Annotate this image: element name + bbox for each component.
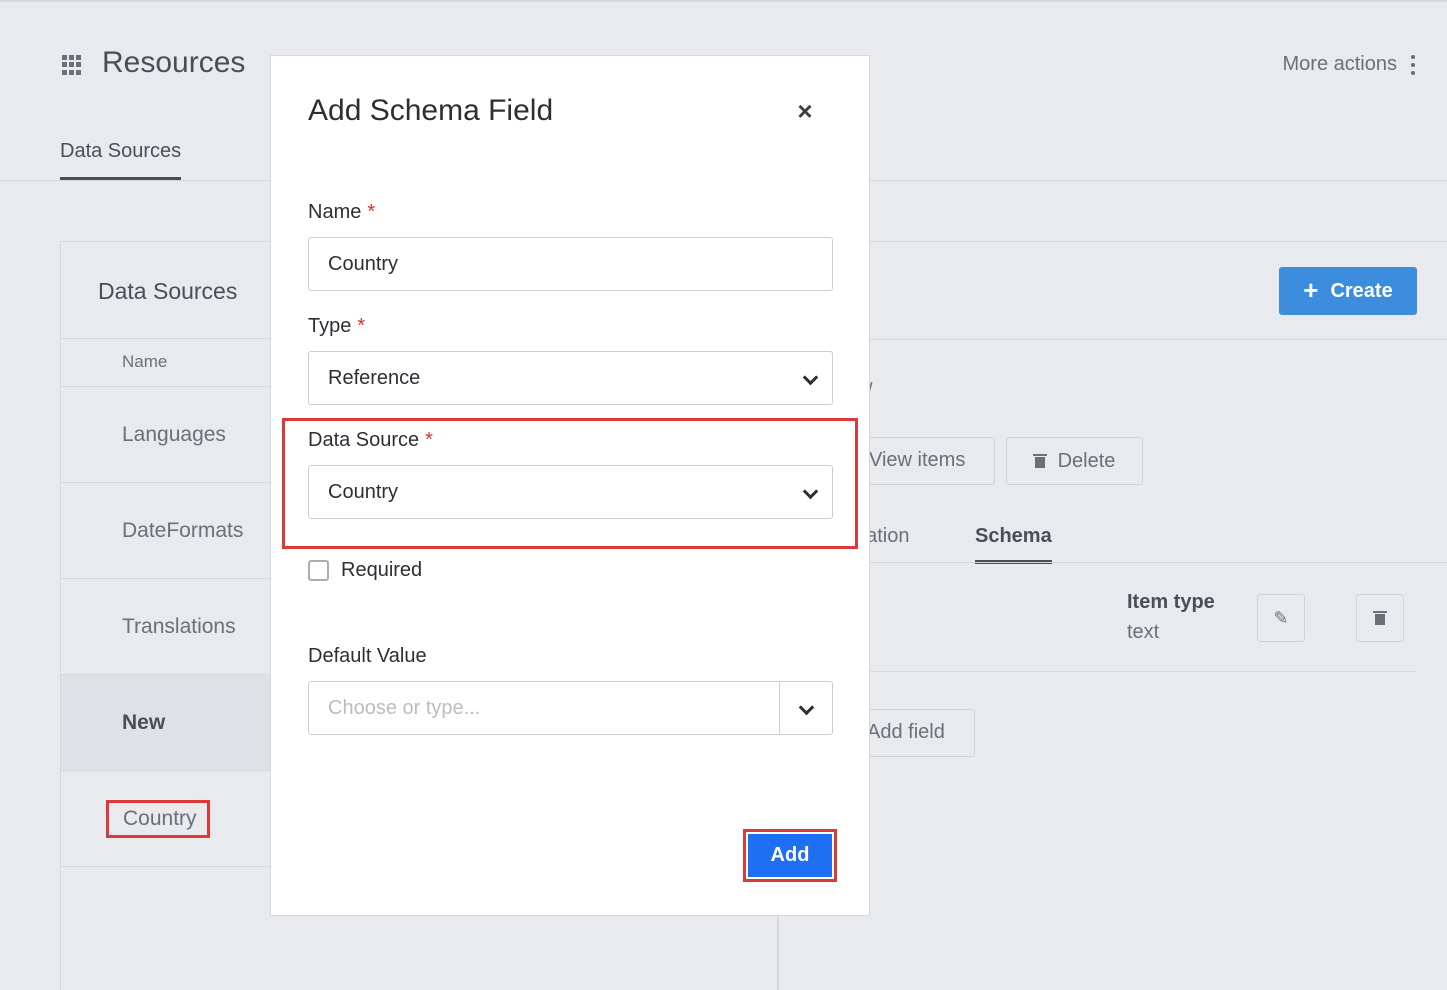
name-input-value: Country bbox=[328, 253, 399, 275]
trash-icon bbox=[1373, 611, 1387, 625]
name-label: Name * bbox=[308, 201, 375, 224]
required-marker: * bbox=[357, 315, 366, 337]
required-checkbox-label: Required bbox=[341, 559, 423, 581]
list-item-label: New bbox=[122, 711, 166, 734]
divider bbox=[779, 562, 1447, 563]
default-value-placeholder: Choose or type... bbox=[328, 697, 481, 719]
more-actions-label: More actions bbox=[1282, 53, 1398, 75]
chevron-down-icon[interactable] bbox=[798, 699, 815, 716]
add-button-highlight: Add bbox=[743, 829, 837, 882]
data-source-select[interactable]: Country bbox=[308, 465, 833, 519]
kebab-menu-icon bbox=[1411, 54, 1415, 75]
list-item-label: Languages bbox=[122, 423, 226, 446]
add-button[interactable]: Add bbox=[748, 834, 832, 877]
close-button[interactable]: × bbox=[790, 96, 820, 126]
pencil-icon: ✎ bbox=[1273, 607, 1289, 628]
required-checkbox-row[interactable]: Required bbox=[308, 559, 422, 582]
create-label: Create bbox=[1330, 279, 1393, 302]
trash-icon bbox=[1032, 454, 1047, 468]
default-value-combobox[interactable]: Choose or type... bbox=[308, 681, 833, 735]
name-label-text: Name bbox=[308, 201, 362, 223]
divider bbox=[779, 339, 1447, 340]
divider bbox=[779, 671, 1417, 672]
tab-schema[interactable]: Schema bbox=[975, 525, 1052, 564]
create-button[interactable]: + Create bbox=[1279, 267, 1417, 315]
add-schema-field-dialog: Add Schema Field × Name * Country Type * R… bbox=[270, 55, 870, 916]
grid-icon bbox=[62, 55, 82, 75]
data-source-select-value: Country bbox=[328, 481, 399, 503]
delete-button[interactable]: Delete bbox=[1006, 437, 1143, 485]
list-item-label-highlighted: Country bbox=[106, 800, 210, 838]
type-label: Type * bbox=[308, 315, 365, 338]
type-label-text: Type bbox=[308, 315, 352, 337]
type-select-value: Reference bbox=[328, 367, 421, 389]
data-source-detail-panel: + Create / View items Delete nation Sche… bbox=[778, 241, 1447, 990]
item-type-label: Item type bbox=[1127, 591, 1215, 613]
tab-data-sources[interactable]: Data Sources bbox=[60, 140, 182, 181]
required-checkbox[interactable] bbox=[308, 560, 329, 581]
page-title: Resources bbox=[102, 46, 246, 79]
chevron-down-icon bbox=[802, 369, 819, 386]
data-source-label-text: Data Source bbox=[308, 429, 420, 451]
list-item-label: Translations bbox=[122, 615, 236, 638]
item-type-value: text bbox=[1127, 621, 1160, 643]
type-select[interactable]: Reference bbox=[308, 351, 833, 405]
required-marker: * bbox=[367, 201, 376, 223]
plus-icon: + bbox=[1303, 274, 1319, 305]
delete-label: Delete bbox=[1057, 449, 1116, 472]
more-actions-button[interactable]: More actions bbox=[1282, 53, 1415, 76]
data-source-label: Data Source * bbox=[308, 429, 433, 452]
name-input[interactable]: Country bbox=[308, 237, 833, 291]
chevron-down-icon bbox=[802, 483, 819, 500]
divider bbox=[779, 682, 780, 734]
required-marker: * bbox=[425, 429, 433, 451]
close-icon: × bbox=[797, 95, 813, 126]
edit-field-button[interactable]: ✎ bbox=[1257, 594, 1305, 642]
dialog-title: Add Schema Field bbox=[308, 94, 554, 127]
delete-field-button[interactable] bbox=[1356, 594, 1404, 642]
list-item-label: DateFormats bbox=[122, 519, 244, 542]
default-value-label: Default Value bbox=[308, 645, 427, 667]
